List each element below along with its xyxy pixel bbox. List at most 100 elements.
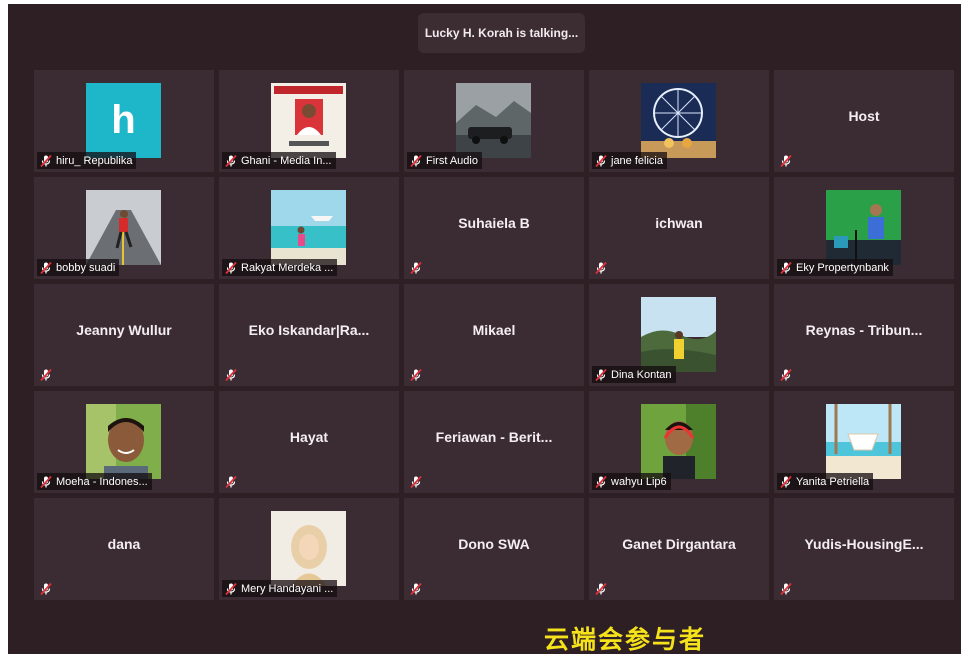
participant-nameplate: Rakyat Merdeka ... bbox=[222, 259, 338, 276]
participant-tile[interactable]: Hayat bbox=[219, 391, 399, 493]
mic-muted-icon bbox=[779, 261, 793, 275]
participant-display-name: Jeanny Wullur bbox=[76, 322, 172, 338]
participant-display-name: Feriawan - Berit... bbox=[435, 429, 553, 445]
participant-tile[interactable]: Mikael bbox=[404, 284, 584, 386]
participant-tile[interactable]: Suhaiela B bbox=[404, 177, 584, 279]
mic-muted-icon bbox=[224, 475, 238, 489]
participant-name: Moeha - Indones... bbox=[56, 475, 148, 488]
avatar: h bbox=[86, 83, 161, 158]
mic-muted-icon bbox=[779, 582, 793, 596]
mic-muted-icon bbox=[409, 582, 423, 596]
avatar-initial: h bbox=[111, 98, 136, 142]
beach-swing-photo bbox=[826, 404, 901, 479]
participant-nameplate bbox=[777, 580, 797, 597]
participant-display-name: ichwan bbox=[655, 215, 703, 231]
participant-display-name: Suhaiela B bbox=[458, 215, 530, 231]
participant-nameplate: Dina Kontan bbox=[592, 366, 676, 383]
participant-nameplate: Yanita Petriella bbox=[777, 473, 874, 490]
participant-name: Ghani - Media In... bbox=[241, 154, 332, 167]
participant-nameplate bbox=[777, 152, 797, 169]
participant-tile[interactable]: h hiru_ Republika bbox=[34, 70, 214, 172]
participant-tile[interactable]: Dono SWA bbox=[404, 498, 584, 600]
participant-display-name: Eko Iskandar|Ra... bbox=[248, 322, 370, 338]
participant-nameplate bbox=[777, 366, 797, 383]
hill-person-photo bbox=[641, 297, 716, 372]
participant-display-name: Hayat bbox=[289, 429, 329, 445]
participant-tile[interactable]: wahyu Lip6 bbox=[589, 391, 769, 493]
participant-nameplate bbox=[407, 366, 427, 383]
participant-nameplate bbox=[222, 473, 242, 490]
mic-muted-icon bbox=[224, 261, 238, 275]
participant-tile[interactable]: Ghani - Media In... bbox=[219, 70, 399, 172]
participant-tile[interactable]: Eky Propertynbank bbox=[774, 177, 954, 279]
participant-tile[interactable]: Jeanny Wullur bbox=[34, 284, 214, 386]
participant-tile[interactable]: Ganet Dirgantara bbox=[589, 498, 769, 600]
studio-photo bbox=[826, 190, 901, 265]
participant-display-name: Dono SWA bbox=[458, 536, 530, 552]
participant-nameplate bbox=[407, 580, 427, 597]
participant-nameplate bbox=[222, 366, 242, 383]
mic-muted-icon bbox=[224, 368, 238, 382]
mic-muted-icon bbox=[409, 261, 423, 275]
participant-nameplate: hiru_ Republika bbox=[37, 152, 137, 169]
participant-nameplate bbox=[37, 366, 57, 383]
participant-tile[interactable]: Reynas - Tribun... bbox=[774, 284, 954, 386]
participant-tile[interactable]: Dina Kontan bbox=[589, 284, 769, 386]
participant-name: bobby suadi bbox=[56, 261, 116, 274]
participant-nameplate: First Audio bbox=[407, 152, 482, 169]
participant-tile[interactable]: Rakyat Merdeka ... bbox=[219, 177, 399, 279]
participant-nameplate bbox=[37, 580, 57, 597]
participant-nameplate: bobby suadi bbox=[37, 259, 120, 276]
participant-name: First Audio bbox=[426, 154, 478, 167]
mic-muted-icon bbox=[779, 475, 793, 489]
mic-muted-icon bbox=[594, 368, 608, 382]
participant-name: jane felicia bbox=[611, 154, 663, 167]
car-mountain-photo bbox=[456, 83, 531, 158]
participant-tile[interactable]: bobby suadi bbox=[34, 177, 214, 279]
participant-tile[interactable]: jane felicia bbox=[589, 70, 769, 172]
participant-tile[interactable]: First Audio bbox=[404, 70, 584, 172]
mic-muted-icon bbox=[409, 475, 423, 489]
mic-muted-icon bbox=[594, 475, 608, 489]
mic-muted-icon bbox=[409, 368, 423, 382]
participant-display-name: dana bbox=[107, 536, 141, 552]
participant-display-name: Yudis-HousingE... bbox=[804, 536, 924, 552]
mic-muted-icon bbox=[39, 368, 53, 382]
participant-name: Eky Propertynbank bbox=[796, 261, 889, 274]
id-card-icon bbox=[271, 83, 346, 158]
mic-muted-icon bbox=[39, 154, 53, 168]
participant-tile[interactable]: Feriawan - Berit... bbox=[404, 391, 584, 493]
beach-photo bbox=[271, 190, 346, 265]
participant-tile[interactable]: Host bbox=[774, 70, 954, 172]
participant-nameplate bbox=[592, 580, 612, 597]
participant-grid: h hiru_ Republika Ghani - Media In... First… bbox=[34, 70, 954, 600]
participant-name: hiru_ Republika bbox=[56, 154, 133, 167]
participant-nameplate: Eky Propertynbank bbox=[777, 259, 893, 276]
participant-tile[interactable]: Mery Handayani ... bbox=[219, 498, 399, 600]
mic-muted-icon bbox=[39, 475, 53, 489]
participant-nameplate bbox=[592, 259, 612, 276]
participant-tile[interactable]: Yudis-HousingE... bbox=[774, 498, 954, 600]
participant-tile[interactable]: Moeha - Indones... bbox=[34, 391, 214, 493]
participant-name: Yanita Petriella bbox=[796, 475, 870, 488]
participant-nameplate: Ghani - Media In... bbox=[222, 152, 336, 169]
smiling-man-photo bbox=[86, 404, 161, 479]
active-speaker-banner: Lucky H. Korah is talking... bbox=[418, 13, 585, 53]
mic-muted-icon bbox=[779, 368, 793, 382]
mic-muted-icon bbox=[224, 154, 238, 168]
participant-tile[interactable]: Eko Iskandar|Ra... bbox=[219, 284, 399, 386]
mic-muted-icon bbox=[39, 582, 53, 596]
mic-muted-icon bbox=[594, 154, 608, 168]
caption-text: 云端会参与者 bbox=[544, 625, 707, 654]
participant-tile[interactable]: ichwan bbox=[589, 177, 769, 279]
mic-muted-icon bbox=[39, 261, 53, 275]
participant-nameplate: jane felicia bbox=[592, 152, 667, 169]
participant-display-name: Ganet Dirgantara bbox=[622, 536, 736, 552]
headset-man-photo bbox=[641, 404, 716, 479]
mic-muted-icon bbox=[224, 582, 238, 596]
participant-nameplate: Moeha - Indones... bbox=[37, 473, 152, 490]
participant-tile[interactable]: dana bbox=[34, 498, 214, 600]
participant-tile[interactable]: Yanita Petriella bbox=[774, 391, 954, 493]
runner-photo bbox=[86, 190, 161, 265]
participant-nameplate bbox=[407, 473, 427, 490]
